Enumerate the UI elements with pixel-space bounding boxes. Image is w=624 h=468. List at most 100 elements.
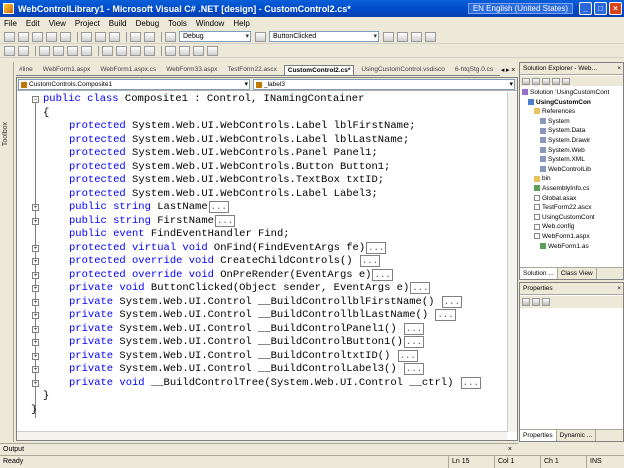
code-line[interactable]: + protected override void CreateChildCont… [17, 255, 507, 268]
code-line[interactable]: protected System.Web.UI.WebControls.Pane… [17, 147, 507, 160]
view-designer-icon[interactable] [532, 77, 540, 85]
expand-outline-icon[interactable]: + [32, 352, 39, 360]
output-bar[interactable]: Output × [0, 443, 518, 455]
output-label[interactable]: Output [3, 446, 24, 453]
editor-tab[interactable]: WebForm33.aspx [163, 65, 220, 75]
redo-icon[interactable] [144, 31, 155, 42]
view-code-icon[interactable] [522, 77, 530, 85]
menu-help[interactable]: Help [233, 19, 249, 28]
categorized-icon[interactable] [522, 298, 530, 306]
start-icon[interactable] [165, 31, 176, 42]
indent-icon[interactable] [102, 45, 113, 56]
collapsed-region[interactable]: ... [372, 268, 393, 281]
minimize-button[interactable]: _ [579, 2, 592, 15]
expand-outline-icon[interactable]: + [32, 217, 39, 225]
tool-icon[interactable] [4, 45, 15, 56]
code-line[interactable]: + private void __BuildControlTree(System.… [17, 376, 507, 390]
expand-outline-icon[interactable]: + [32, 298, 39, 306]
paste-icon[interactable] [109, 31, 120, 42]
expand-outline-icon[interactable]: + [32, 339, 39, 346]
code-line[interactable]: + protected virtual void OnFind(FindEvent… [17, 241, 507, 255]
close-button[interactable]: × [609, 2, 622, 15]
collapsed-region[interactable]: ... [214, 214, 236, 227]
code-line[interactable]: public event FindEventHandler Find; [17, 228, 507, 241]
collapsed-region[interactable]: ... [208, 201, 229, 213]
expand-outline-icon[interactable]: + [32, 244, 39, 252]
uncomment-icon[interactable] [144, 45, 155, 56]
tab-solution-explorer[interactable]: Solution ... [520, 268, 558, 279]
expand-outline-icon[interactable]: + [32, 285, 39, 292]
tree-item[interactable]: References [534, 107, 575, 116]
solution-config-dropdown[interactable]: Debug [179, 31, 251, 42]
tab-scroll-right-icon[interactable]: ▸ [506, 66, 510, 74]
tree-item[interactable]: System.XML [540, 155, 585, 164]
copy-icon[interactable] [95, 31, 106, 42]
tree-item[interactable]: Web.config [534, 222, 574, 231]
tree-item[interactable]: WebForm1.aspx [534, 232, 590, 241]
editor-tab[interactable]: UsingCustomControl.vsdisco [358, 65, 447, 75]
show-all-files-icon[interactable] [552, 77, 560, 85]
outdent-icon[interactable] [116, 45, 127, 56]
code-line[interactable]: + private void ButtonClicked(Object sende… [17, 282, 507, 295]
prev-bookmark-icon[interactable] [193, 45, 204, 56]
expand-outline-icon[interactable]: + [32, 204, 39, 211]
menu-project[interactable]: Project [75, 19, 100, 28]
editor-tab[interactable]: WebForm1.aspx.cs [97, 65, 159, 75]
menu-build[interactable]: Build [109, 19, 127, 28]
tree-item[interactable]: TestForm22.ascx [534, 203, 592, 212]
properties-icon[interactable] [562, 77, 570, 85]
properties-icon[interactable] [397, 31, 408, 42]
menu-edit[interactable]: Edit [26, 19, 40, 28]
find-icon[interactable] [255, 31, 266, 42]
language-indicator[interactable]: EN English (United States) [467, 3, 573, 14]
code-line[interactable]: protected System.Web.UI.WebControls.Labe… [17, 134, 507, 147]
code-line[interactable]: protected System.Web.UI.WebControls.Labe… [17, 120, 507, 133]
collapsed-region[interactable]: ... [460, 376, 481, 389]
editor-tab[interactable]: CustomControl2.cs* [283, 65, 355, 75]
save-icon[interactable] [46, 31, 57, 42]
tab-properties[interactable]: Properties [520, 430, 557, 441]
code-line[interactable]: { [17, 107, 507, 120]
clear-bookmarks-icon[interactable] [207, 45, 218, 56]
solution-explorer-icon[interactable] [383, 31, 394, 42]
code-line[interactable]: + private System.Web.UI.Control __BuildCo… [17, 295, 507, 309]
code-line[interactable]: protected System.Web.UI.WebControls.Text… [17, 174, 507, 187]
quick-info-icon[interactable] [67, 45, 78, 56]
collapsed-region[interactable]: ... [359, 255, 381, 267]
tree-item[interactable]: Solution 'UsingCustomCont [522, 88, 609, 97]
open-icon[interactable] [32, 31, 43, 42]
expand-outline-icon[interactable]: + [32, 379, 39, 387]
toolbox-icon[interactable] [411, 31, 422, 42]
code-area[interactable]: − public class Composite1 : Control, INam… [17, 93, 507, 428]
expand-outline-icon[interactable]: + [32, 258, 39, 265]
menu-window[interactable]: Window [196, 19, 224, 28]
code-line[interactable]: + private System.Web.UI.Control __BuildCo… [17, 309, 507, 322]
parameter-info-icon[interactable] [53, 45, 64, 56]
collapsed-region[interactable]: ... [403, 322, 425, 335]
code-line[interactable]: protected System.Web.UI.WebControls.Butt… [17, 161, 507, 174]
tree-item[interactable]: AssemblyInfo.cs [534, 184, 589, 193]
property-pages-icon[interactable] [542, 298, 550, 306]
code-line[interactable]: + public string FirstName... [17, 214, 507, 228]
complete-word-icon[interactable] [81, 45, 92, 56]
tree-item[interactable]: System [540, 117, 570, 126]
tree-item[interactable]: UsingCustomCont [534, 213, 595, 222]
refresh-icon[interactable] [542, 77, 550, 85]
expand-outline-icon[interactable]: + [32, 312, 39, 319]
code-line[interactable]: protected System.Web.UI.WebControls.Labe… [17, 188, 507, 201]
save-all-icon[interactable] [60, 31, 71, 42]
code-editor[interactable]: CustomControls.Composite1 _label3 −publi… [16, 77, 518, 441]
tree-item[interactable]: UsingCustomCon [528, 98, 591, 107]
close-panel-icon[interactable]: × [617, 63, 621, 74]
bookmark-icon[interactable] [165, 45, 176, 56]
list-members-icon[interactable] [39, 45, 50, 56]
tool-icon[interactable] [18, 45, 29, 56]
code-line[interactable]: + private System.Web.UI.Control __BuildCo… [17, 363, 507, 376]
menu-debug[interactable]: Debug [136, 19, 160, 28]
class-dropdown[interactable]: CustomControls.Composite1 [18, 78, 250, 90]
menu-tools[interactable]: Tools [168, 19, 187, 28]
next-bookmark-icon[interactable] [179, 45, 190, 56]
cut-icon[interactable] [81, 31, 92, 42]
collapsed-region[interactable]: ... [403, 363, 425, 375]
editor-tab[interactable]: TestForm22.ascx [224, 65, 280, 75]
